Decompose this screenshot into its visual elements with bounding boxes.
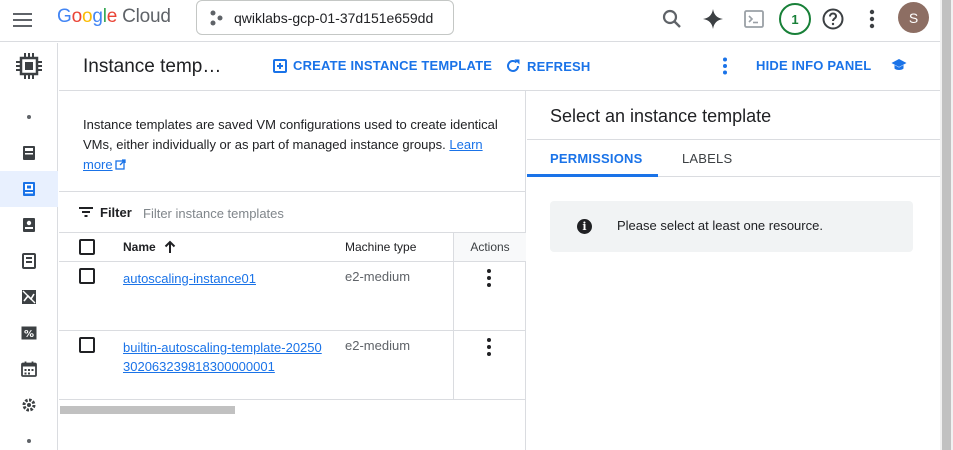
refresh-icon	[507, 59, 520, 72]
arrow-up-icon	[164, 240, 175, 253]
window-scrollbar[interactable]	[940, 0, 953, 450]
sole-tenant-icon[interactable]	[0, 207, 58, 243]
refresh-button[interactable]: REFRESH	[505, 58, 591, 74]
help-icon[interactable]	[820, 6, 846, 32]
hide-info-panel-button[interactable]: HIDE INFO PANEL	[756, 58, 871, 73]
row-actions-icon[interactable]	[479, 268, 499, 288]
machine-type: e2-medium	[345, 338, 411, 353]
template-name-link[interactable]: autoscaling-instance01	[123, 269, 323, 288]
compute-engine-icon[interactable]	[0, 48, 58, 84]
learning-icon[interactable]	[891, 58, 907, 77]
external-link-icon	[114, 159, 126, 170]
settings-icon[interactable]	[0, 387, 58, 423]
machine-images-icon[interactable]	[0, 243, 58, 279]
horizontal-scrollbar[interactable]	[60, 406, 235, 414]
left-nav-rail: %	[0, 43, 58, 450]
column-header-machine-type[interactable]: Machine type	[345, 240, 416, 254]
table-header: Name Machine type Actions	[59, 233, 526, 262]
info-icon: i	[577, 219, 592, 234]
filter-label: Filter	[100, 205, 132, 220]
table-row: builtin-autoscaling-template-20250302063…	[59, 331, 526, 400]
google-cloud-logo[interactable]: Google Cloud	[57, 6, 171, 28]
cloud-shell-icon[interactable]	[741, 6, 767, 32]
gemini-icon[interactable]	[700, 6, 726, 32]
machine-type: e2-medium	[345, 269, 411, 284]
info-message-text: Please select at least one resource.	[617, 218, 823, 233]
project-picker[interactable]: qwiklabs-gcp-01-37d151e659dd	[196, 0, 454, 35]
info-panel: Select an instance template PERMISSIONS …	[527, 91, 940, 450]
search-icon[interactable]	[659, 6, 685, 32]
page-header: Instance temp… CREATE INSTANCE TEMPLATE …	[59, 43, 940, 91]
table-row: autoscaling-instance01 e2-medium	[59, 262, 526, 331]
page-title: Instance temp…	[83, 56, 222, 77]
create-instance-template-button[interactable]: CREATE INSTANCE TEMPLATE	[273, 58, 492, 73]
vm-instances-icon[interactable]	[0, 135, 58, 171]
avatar[interactable]: S	[898, 2, 929, 33]
actions-cell	[453, 331, 526, 399]
rail-dot	[0, 423, 58, 450]
filter-bar: Filter	[59, 191, 526, 233]
rail-dot	[0, 99, 58, 135]
select-all-checkbox[interactable]	[79, 239, 95, 255]
template-name-link[interactable]: builtin-autoscaling-template-20250302063…	[123, 338, 323, 376]
info-panel-tabs: PERMISSIONS LABELS	[527, 139, 940, 177]
tpu-icon[interactable]	[0, 279, 58, 315]
more-vert-icon[interactable]	[859, 6, 885, 32]
actions-cell	[453, 262, 526, 330]
row-checkbox[interactable]	[79, 337, 95, 353]
tab-labels[interactable]: LABELS	[682, 151, 732, 166]
instance-templates-icon[interactable]	[0, 171, 58, 207]
project-icon	[209, 10, 223, 31]
add-box-icon	[273, 58, 287, 73]
filter-input[interactable]	[143, 203, 443, 223]
description: Instance templates are saved VM configur…	[83, 117, 498, 172]
row-checkbox[interactable]	[79, 268, 95, 284]
column-header-actions: Actions	[453, 233, 526, 261]
reservations-icon[interactable]	[0, 351, 58, 387]
committed-use-icon[interactable]: %	[0, 315, 58, 351]
more-vert-icon[interactable]	[722, 57, 728, 80]
info-panel-title: Select an instance template	[550, 106, 772, 126]
menu-icon[interactable]	[12, 9, 34, 31]
active-tab-indicator	[527, 174, 658, 177]
filter-icon	[79, 207, 93, 217]
svg-text:%: %	[24, 329, 34, 340]
notifications-badge[interactable]: 1	[779, 3, 811, 35]
top-bar: Google Cloud qwiklabs-gcp-01-37d151e659dd…	[0, 0, 940, 42]
templates-list-pane: Instance templates are saved VM configur…	[59, 91, 526, 450]
row-actions-icon[interactable]	[479, 337, 499, 357]
project-name: qwiklabs-gcp-01-37d151e659dd	[234, 10, 434, 26]
info-message: i Please select at least one resource.	[550, 201, 913, 252]
column-header-name[interactable]: Name	[123, 240, 176, 254]
tab-permissions[interactable]: PERMISSIONS	[550, 151, 643, 166]
